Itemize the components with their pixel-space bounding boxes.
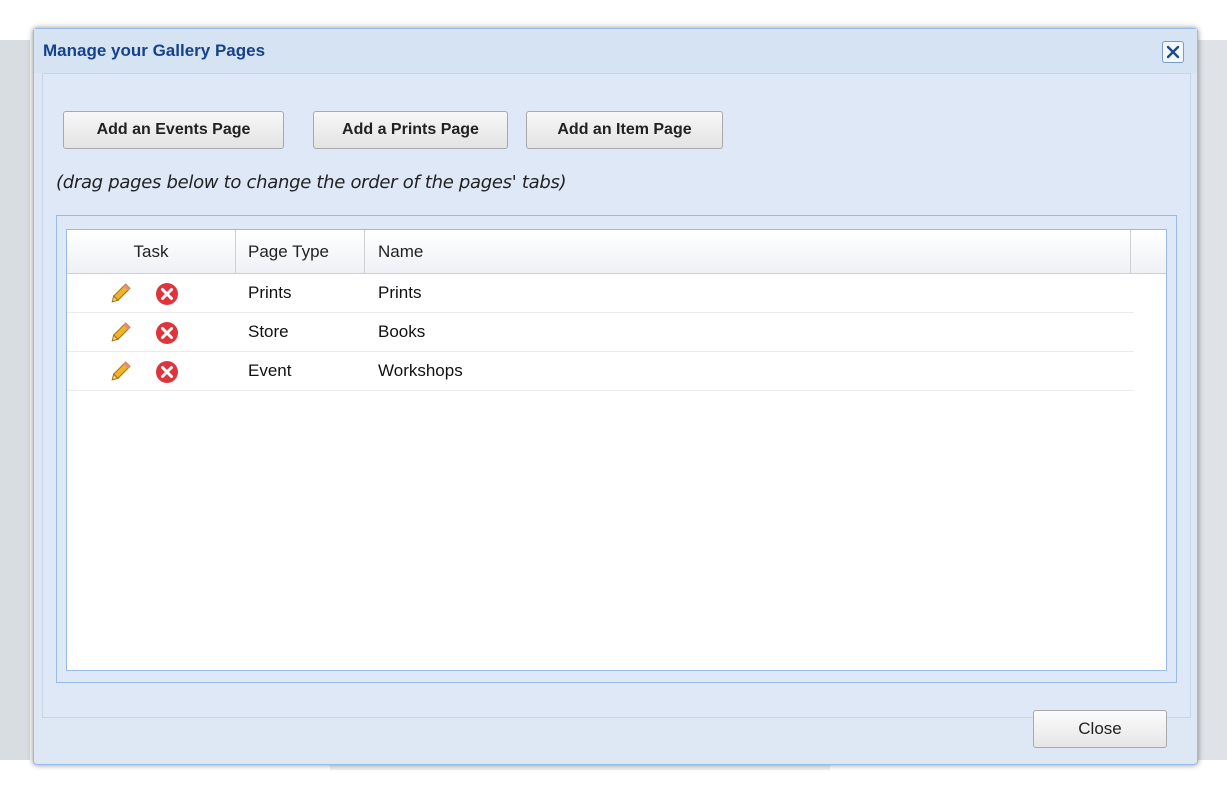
delete-icon[interactable]	[155, 282, 179, 306]
cell-page-type: Store	[248, 322, 289, 341]
grid-row[interactable]: Store Books	[67, 313, 1134, 352]
delete-icon[interactable]	[155, 321, 179, 345]
grid-row[interactable]: Event Workshops	[67, 352, 1134, 391]
background-top	[0, 0, 1227, 16]
add-events-page-button[interactable]: Add an Events Page	[63, 111, 284, 149]
delete-icon[interactable]	[155, 360, 179, 384]
cell-page-type: Event	[248, 361, 292, 380]
dialog-header: Manage your Gallery Pages	[34, 29, 1197, 73]
background-page-right	[1196, 40, 1227, 760]
drag-hint-text: (drag pages below to change the order of…	[56, 172, 567, 193]
column-header-task[interactable]: Task	[67, 230, 236, 273]
edit-pencil-icon[interactable]	[108, 360, 132, 384]
cell-name: Workshops	[378, 361, 463, 380]
column-header-name[interactable]: Name	[365, 230, 1131, 273]
dialog-title: Manage your Gallery Pages	[43, 41, 266, 60]
background-bottom	[0, 770, 1227, 796]
cell-name: Books	[378, 322, 426, 341]
grid-row[interactable]: Prints Prints	[67, 274, 1134, 313]
add-prints-page-button[interactable]: Add a Prints Page	[313, 111, 508, 149]
column-header-page-type[interactable]: Page Type	[236, 230, 365, 273]
add-item-page-button[interactable]: Add an Item Page	[526, 111, 723, 149]
edit-pencil-icon[interactable]	[108, 321, 132, 345]
cell-page-type: Prints	[248, 283, 292, 302]
close-button[interactable]: Close	[1033, 710, 1167, 748]
edit-pencil-icon[interactable]	[108, 282, 132, 306]
column-header-spacer	[1131, 230, 1166, 273]
grid-header: Task Page Type Name	[67, 230, 1166, 274]
pages-grid: Task Page Type Name Prints Prints Store	[66, 229, 1167, 671]
cell-name: Prints	[378, 283, 422, 302]
close-icon[interactable]	[1162, 41, 1184, 63]
background-page-left	[0, 40, 30, 760]
pages-grid-container: Task Page Type Name Prints Prints Store	[56, 215, 1177, 683]
